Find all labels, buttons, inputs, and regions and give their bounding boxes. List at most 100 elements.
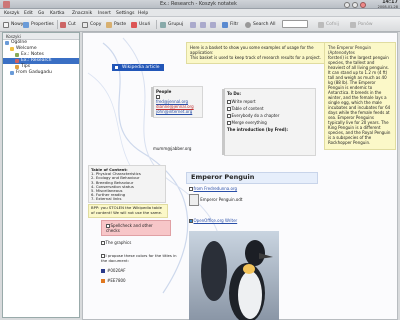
toc-comment-note[interactable]: BPP: you STOLEN the Wikipedia table of c… (88, 204, 168, 218)
todo-title: To Do: (227, 91, 242, 96)
freeform-button[interactable] (210, 20, 216, 29)
close-button[interactable] (360, 1, 366, 8)
redo-label: Ponów (358, 22, 373, 27)
colors-note[interactable]: I propose these colors for the titles in… (101, 253, 181, 266)
penguin-description-note[interactable]: The Emperor Penguin (Aptenodytes forster… (324, 42, 396, 150)
colors-note-text: I propose these colors for the titles in… (101, 253, 177, 263)
todo-checkbox[interactable] (227, 100, 231, 104)
todo-checkbox[interactable] (227, 107, 231, 111)
source-link-row[interactable]: from Fredredunna.org (189, 186, 317, 194)
wikipedia-link-label: Wikipedia article (122, 65, 160, 70)
jabber-contact[interactable]: mumm@jabber.org (153, 146, 208, 152)
basket-icon (5, 41, 9, 45)
color-swatch-blue (101, 269, 105, 273)
penguin-heading: Emperor Penguin (191, 173, 255, 181)
contact-link[interactable]: john@internet.org (156, 109, 200, 114)
color-swatch-orange (101, 279, 105, 283)
intro-line-1: Here is a basket to show you some exampl… (190, 45, 314, 55)
delete-icon (131, 21, 137, 28)
menu-go[interactable]: Go (38, 11, 44, 16)
undo-label: Cofnij (326, 22, 339, 27)
stack-icon (190, 21, 196, 28)
filter-button[interactable]: Filtr (222, 20, 238, 29)
emperor-penguin-image[interactable] (189, 231, 279, 320)
columns-icon (200, 21, 206, 28)
app-icon[interactable] (3, 1, 10, 8)
minimize-button[interactable] (344, 1, 350, 8)
toolbar-separator (156, 20, 157, 29)
search-icon (245, 21, 251, 28)
color-swatch-row[interactable]: #EE7800 (101, 278, 161, 285)
color-swatch-row[interactable]: #0020AF (101, 268, 161, 275)
new-basket-icon (3, 21, 9, 28)
document-file-row[interactable]: Emperor Penguin.odt (189, 194, 317, 216)
penguin-heading-box[interactable]: Emperor Penguin (186, 172, 318, 184)
spellcheck-label: Spellcheck and other checks (106, 223, 153, 233)
basket-icon (10, 71, 14, 75)
basket-icon (15, 59, 19, 63)
maximize-button[interactable] (352, 1, 358, 8)
window-title: Ex.: Research - Koszyk notatek (160, 1, 237, 7)
menu-znacznik[interactable]: Znacznik (72, 11, 92, 16)
menu-edit[interactable]: Edit (24, 11, 33, 16)
group-button[interactable]: Grupuj (160, 20, 183, 29)
graphics-label: The graphics (105, 240, 132, 245)
checkbox[interactable] (101, 241, 105, 245)
document-file: Emperor Penguin.odt (200, 197, 243, 202)
people-note[interactable]: People fred@jennal.org dianne@jennal.org… (151, 86, 203, 118)
basket-icon (15, 65, 19, 69)
menu-help[interactable]: Help (138, 11, 148, 16)
copy-button[interactable]: Copy (82, 20, 101, 29)
search-all-button[interactable]: Search All (245, 20, 275, 29)
writer-launcher[interactable]: OpenOffice.org Writer (194, 218, 238, 223)
color-label: #0020AF (107, 268, 126, 273)
stack-button[interactable] (190, 20, 196, 29)
wikipedia-link[interactable]: Wikipedia article (112, 64, 164, 71)
properties-button[interactable]: Properties (23, 20, 54, 29)
todo-item: Table of content (231, 106, 264, 111)
menu-koszyk[interactable]: Koszyk (4, 11, 19, 16)
todo-item: Merge everything (231, 120, 267, 125)
copy-icon (82, 21, 88, 28)
columns-button[interactable] (200, 20, 206, 29)
new-button[interactable]: Nowy (3, 20, 23, 29)
filter-label: Filtr (230, 22, 239, 27)
cut-button[interactable]: Cut (60, 20, 76, 29)
spellcheck-note[interactable]: Spellcheck and other checks (101, 220, 171, 236)
undo-button[interactable]: Cofnij (318, 20, 339, 29)
todo-checkbox[interactable] (227, 114, 231, 118)
todo-note[interactable]: To Do: Write report Table of content Eve… (222, 88, 316, 156)
delete-button[interactable]: Usuń (131, 20, 150, 29)
scissors-icon (60, 21, 66, 28)
paste-button[interactable]: Paste (106, 20, 126, 29)
main-toolbar: Nowy Properties Cut Copy Paste Usuń Grup… (0, 17, 400, 32)
source-link[interactable]: from Fredredunna.org (194, 186, 238, 191)
intro-note[interactable]: Here is a basket to show you some exampl… (186, 42, 326, 64)
toc-note[interactable]: Table of Content: 1. Physical Characteri… (88, 165, 166, 203)
freeform-icon (210, 21, 216, 28)
search-all-label: Search All (253, 22, 276, 27)
delete-label: Usuń (139, 22, 151, 27)
search-input[interactable] (282, 20, 308, 28)
note-handle[interactable] (151, 87, 154, 117)
basket-icon (15, 53, 19, 57)
graphics-item[interactable]: The graphics (101, 240, 171, 248)
paste-icon (106, 21, 112, 28)
redo-button[interactable]: Ponów (350, 20, 373, 29)
window-titlebar: Ex.: Research - Koszyk notatek 14:17 200… (0, 0, 400, 9)
launcher-row[interactable]: OpenOffice.org Writer (189, 218, 317, 227)
group-label: Grupuj (168, 22, 184, 27)
todo-checkbox[interactable] (227, 121, 231, 125)
todo-item: Write report (231, 99, 256, 104)
document-icon (189, 194, 199, 206)
basket-icon (10, 47, 14, 51)
menu-insert[interactable]: Insert (98, 11, 111, 16)
writer-icon (189, 219, 193, 223)
menu-bar: Koszyk Edit Go Kartka Znacznik Insert Se… (0, 9, 400, 17)
note-handle[interactable] (222, 89, 225, 155)
todo-item: The introduction (by Fred): (227, 127, 289, 132)
menu-settings[interactable]: Settings (116, 11, 134, 16)
tree-item-gadugadu[interactable]: From Gadugadu (3, 70, 79, 76)
menu-kartka[interactable]: Kartka (50, 11, 65, 16)
tree-item-label: From Gadugadu (16, 70, 52, 75)
